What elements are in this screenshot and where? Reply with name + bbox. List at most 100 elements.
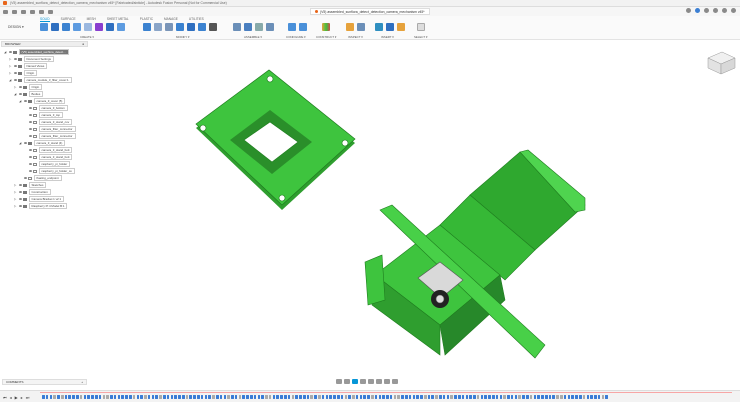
timeline-feature-icon[interactable] xyxy=(204,395,208,399)
timeline-feature-icon[interactable] xyxy=(469,395,472,399)
browser-item[interactable]: raspberry_pi_holder_co xyxy=(24,168,75,174)
browser-item[interactable]: ◢ camera_module_3_filter_cover:1 xyxy=(9,77,72,83)
expand-right-icon[interactable]: ▷ xyxy=(9,71,12,75)
browser-item[interactable]: floating_endpoint xyxy=(19,175,62,181)
timeline-feature-icon[interactable] xyxy=(420,395,423,399)
browser-item[interactable]: ▷ Construction xyxy=(14,189,51,195)
camera-mechanism-assembly[interactable] xyxy=(364,149,586,359)
timeline-feature-icon[interactable] xyxy=(287,395,291,399)
browser-item[interactable]: ◢ camera_3_stand (4) xyxy=(19,140,66,146)
3d-viewport[interactable] xyxy=(0,41,740,378)
timeline-feature-icon[interactable] xyxy=(79,395,83,399)
timeline-feature-icon[interactable] xyxy=(605,395,608,399)
visibility-eye-icon[interactable] xyxy=(28,156,32,158)
timeline-feature-icon[interactable] xyxy=(318,395,321,399)
visibility-eye-icon[interactable] xyxy=(28,135,32,137)
select-icon[interactable] xyxy=(417,23,425,31)
play-icon[interactable]: ▶ xyxy=(15,395,18,400)
expand-right-icon[interactable]: ▷ xyxy=(14,183,17,187)
expand-down-icon[interactable]: ◢ xyxy=(4,50,7,54)
timeline-feature-icon[interactable] xyxy=(272,395,276,399)
timeline-feature-icon[interactable] xyxy=(302,395,306,399)
extrude-icon[interactable] xyxy=(51,23,59,31)
timeline-feature-icon[interactable] xyxy=(261,395,264,399)
visibility-eye-icon[interactable] xyxy=(28,149,32,151)
timeline-feature-icon[interactable] xyxy=(280,395,283,399)
timeline-feature-icon[interactable] xyxy=(49,395,53,399)
timeline-feature-icon[interactable] xyxy=(178,395,181,399)
timeline-feature-icon[interactable] xyxy=(556,395,559,399)
expand-right-icon[interactable]: ▷ xyxy=(14,190,17,194)
pattern-icon[interactable] xyxy=(84,23,92,31)
visibility-eye-icon[interactable] xyxy=(18,184,22,186)
timeline-feature-icon[interactable] xyxy=(57,395,60,399)
visibility-eye-icon[interactable] xyxy=(28,114,32,116)
timeline-feature-icon[interactable] xyxy=(412,395,416,399)
timeline-feature-icon[interactable] xyxy=(495,395,499,399)
visibility-eye-icon[interactable] xyxy=(13,79,17,81)
help-icon[interactable] xyxy=(722,8,727,13)
timeline-feature-icon[interactable] xyxy=(242,395,245,399)
timeline-feature-icon[interactable] xyxy=(393,395,397,399)
browser-header[interactable]: BROWSER ● xyxy=(1,41,88,47)
timeline-feature-icon[interactable] xyxy=(597,395,601,399)
timeline-feature-icon[interactable] xyxy=(488,395,491,399)
timeline-feature-icon[interactable] xyxy=(268,395,272,399)
timeline-feature-icon[interactable] xyxy=(193,395,196,399)
timeline-feature-icon[interactable] xyxy=(76,395,79,399)
timeline-feature-icon[interactable] xyxy=(465,395,469,399)
timeline-feature-icon[interactable] xyxy=(185,395,189,399)
timeline-feature-icon[interactable] xyxy=(257,395,261,399)
select-menu[interactable]: SELECT ▾ xyxy=(414,35,427,39)
notifications-icon[interactable] xyxy=(713,8,718,13)
timeline-feature-icon[interactable] xyxy=(401,395,404,399)
visibility-eye-icon[interactable] xyxy=(28,170,32,172)
browser-item[interactable]: camera_3_stand_bott xyxy=(24,154,73,160)
browser-item[interactable]: camera_3_stand_bott xyxy=(24,147,73,153)
modify-menu[interactable]: MODIFY ▾ xyxy=(176,35,189,39)
timeline-feature-icon[interactable] xyxy=(117,395,121,399)
timeline-feature-icon[interactable] xyxy=(348,395,351,399)
extensions-icon[interactable] xyxy=(695,8,700,13)
timeline-feature-icon[interactable] xyxy=(560,395,563,399)
configure-table-icon[interactable] xyxy=(299,23,307,31)
timeline-feature-icon[interactable] xyxy=(435,395,438,399)
timeline-feature-icon[interactable] xyxy=(155,395,159,399)
browser-item[interactable]: ▷ Origin xyxy=(9,70,38,76)
browser-item[interactable]: ▷ Sketches xyxy=(14,182,47,188)
timeline-feature-icon[interactable] xyxy=(389,395,393,399)
timeline-feature-icon[interactable] xyxy=(181,395,185,399)
timeline-feature-icon[interactable] xyxy=(529,395,533,399)
grid-menu-icon[interactable] xyxy=(3,9,8,14)
timeline-feature-icon[interactable] xyxy=(333,395,336,399)
browser-item[interactable]: ◢ camera_3_cover (5) xyxy=(19,98,66,104)
browser-item[interactable]: camera_filter_connector xyxy=(24,126,76,132)
job-status-icon[interactable] xyxy=(704,8,709,13)
timeline-feature-icon[interactable] xyxy=(473,395,476,399)
scale-icon[interactable] xyxy=(198,23,206,31)
browser-item[interactable]: ◢ Bodies xyxy=(14,91,44,97)
visibility-eye-icon[interactable] xyxy=(28,121,32,123)
add-comment-button[interactable]: + xyxy=(81,380,83,384)
assemble-menu[interactable]: ASSEMBLE ▾ xyxy=(244,35,262,39)
viewports-icon[interactable] xyxy=(392,379,398,384)
visibility-eye-icon[interactable] xyxy=(28,163,32,165)
tab-solid[interactable]: SOLID xyxy=(40,17,50,22)
timeline-feature-icon[interactable] xyxy=(480,395,484,399)
timeline-feature-icon[interactable] xyxy=(125,395,128,399)
section-analysis-icon[interactable] xyxy=(357,23,365,31)
timeline-feature-icon[interactable] xyxy=(510,395,514,399)
timeline-feature-icon[interactable] xyxy=(291,395,295,399)
zoom-icon[interactable] xyxy=(360,379,366,384)
tab-plastic[interactable]: PLASTIC xyxy=(140,17,153,22)
tab-mesh[interactable]: MESH xyxy=(87,17,96,22)
timeline-feature-icon[interactable] xyxy=(147,395,151,399)
timeline-feature-icon[interactable] xyxy=(314,395,317,399)
timeline-feature-icon[interactable] xyxy=(110,395,113,399)
timeline-feature-icon[interactable] xyxy=(246,395,249,399)
timeline-feature-icon[interactable] xyxy=(200,395,204,399)
timeline-feature-icon[interactable] xyxy=(106,395,109,399)
visibility-eye-icon[interactable] xyxy=(28,107,32,109)
timeline-feature-icon[interactable] xyxy=(541,395,544,399)
timeline-feature-icon[interactable] xyxy=(53,395,56,399)
